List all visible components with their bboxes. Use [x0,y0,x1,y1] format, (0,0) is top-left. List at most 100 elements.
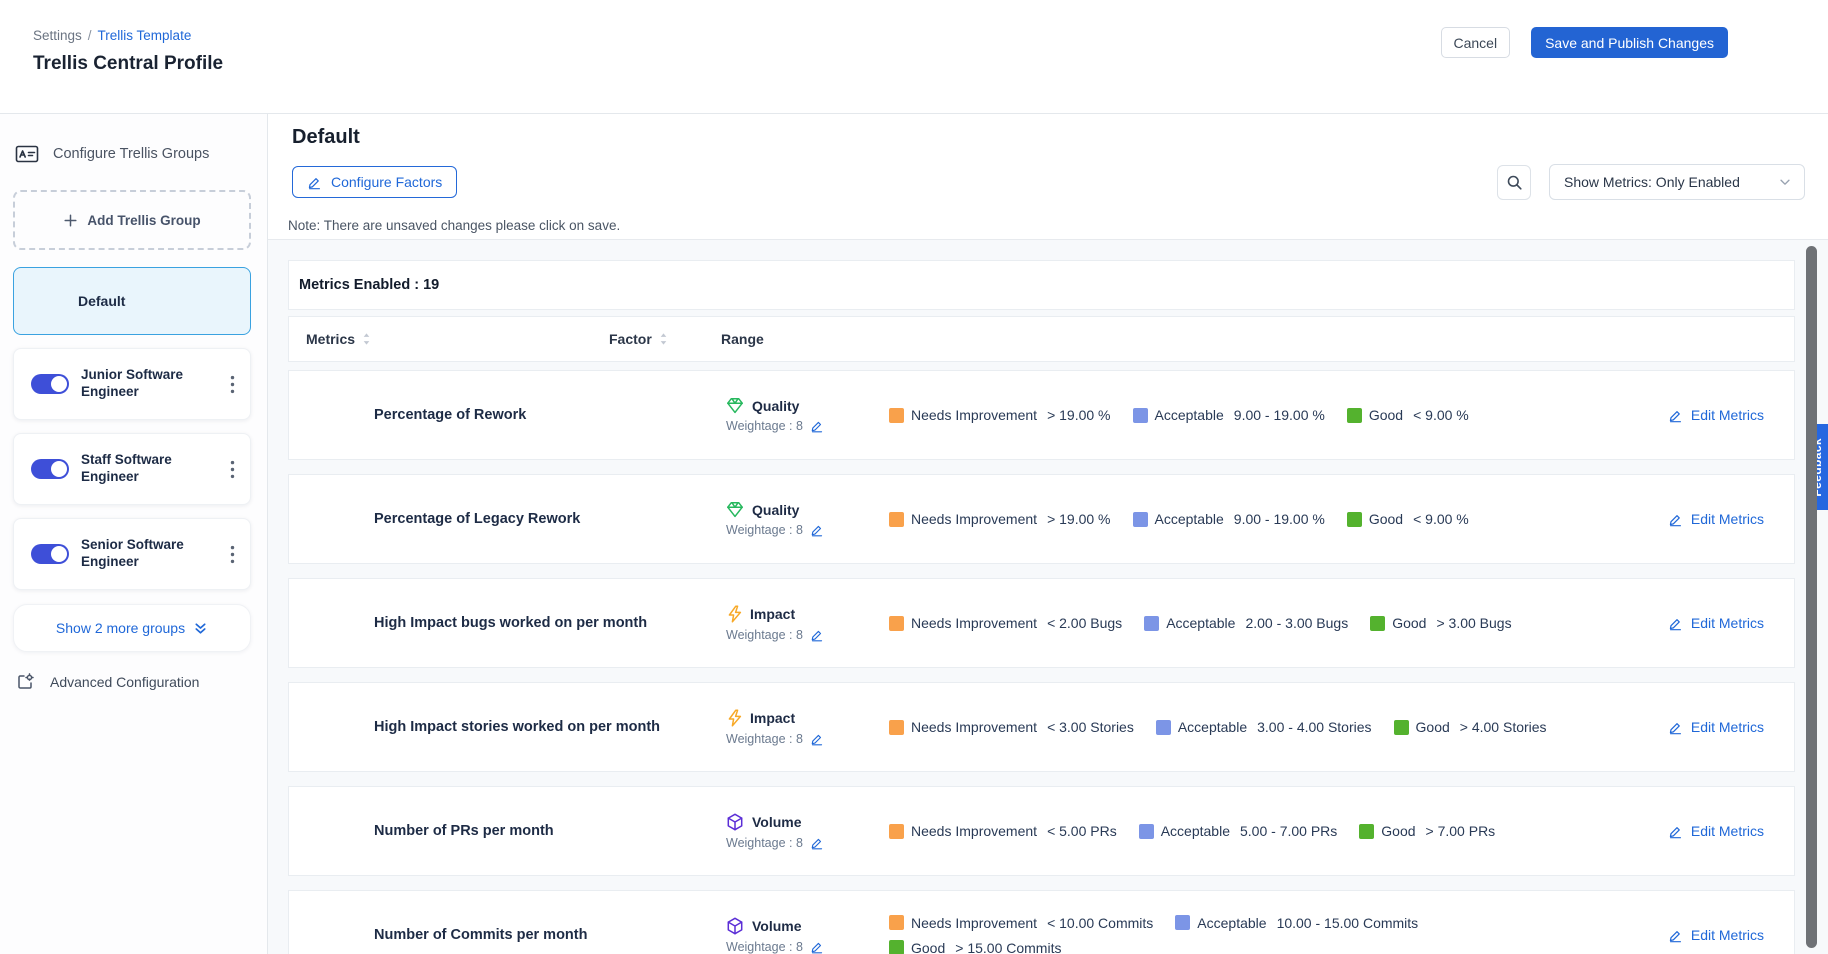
quality-gem-icon [726,397,744,414]
plus-icon [63,213,78,228]
group-enabled-toggle[interactable] [31,544,69,564]
factor-name: Impact [750,606,795,622]
show-metrics-dropdown-value: Show Metrics: Only Enabled [1564,174,1740,190]
configure-factors-button[interactable]: Configure Factors [292,166,457,198]
pencil-icon [1668,928,1683,943]
weightage-label: Weightage : 8 [726,836,803,850]
range-item: Good> 4.00 Stories [1394,719,1547,735]
breadcrumb-trellis-template[interactable]: Trellis Template [98,28,192,43]
range-level-label: Needs Improvement [911,511,1037,527]
advanced-configuration-label: Advanced Configuration [50,674,199,690]
edit-weightage-icon[interactable] [810,523,824,537]
edit-metrics-link[interactable]: Edit Metrics [1668,407,1764,423]
edit-weightage-icon[interactable] [810,940,824,954]
table-header-row: Metrics Factor Range [288,316,1795,362]
range-color-swatch [1139,824,1154,839]
edit-metrics-link[interactable]: Edit Metrics [1668,511,1764,527]
range-color-swatch [889,824,904,839]
edit-metrics-label: Edit Metrics [1691,407,1764,423]
metrics-rows: Percentage of Rework [288,370,1828,954]
range-value: < 9.00 % [1413,407,1469,423]
add-trellis-group-button[interactable]: Add Trellis Group [13,190,251,250]
breadcrumb-settings[interactable]: Settings [33,28,82,43]
range-level-label: Acceptable [1197,915,1266,931]
range-level-label: Acceptable [1166,615,1235,631]
edit-weightage-icon[interactable] [810,419,824,433]
range-level-label: Good [1381,823,1415,839]
edit-metrics-label: Edit Metrics [1691,823,1764,839]
save-and-publish-button[interactable]: Save and Publish Changes [1531,27,1728,58]
range-item: Good> 15.00 Commits [889,940,1061,954]
sidebar-group-card[interactable]: Junior Software Engineer [13,348,251,420]
group-enabled-toggle[interactable] [31,374,69,394]
factor-name: Volume [752,814,802,830]
cancel-button[interactable]: Cancel [1441,27,1511,58]
range-value: 5.00 - 7.00 PRs [1240,823,1337,839]
column-header-range: Range [721,317,764,361]
range-item: Good < 9.00 % [1347,407,1469,423]
double-chevron-down-icon [193,621,208,636]
metric-name: Number of PRs per month [374,823,726,839]
range-item: Acceptable 9.00 - 19.00 % [1133,511,1325,527]
factor-name: Volume [752,918,802,934]
metric-name: High Impact stories worked on per month [374,719,726,735]
range-color-swatch [1394,720,1409,735]
range-color-swatch [1347,512,1362,527]
edit-weightage-icon[interactable] [810,628,824,642]
sidebar-group-card[interactable]: Senior Software Engineer [13,518,251,590]
advanced-configuration-link[interactable]: Advanced Configuration [13,672,254,692]
edit-metrics-link[interactable]: Edit Metrics [1668,615,1764,631]
range-level-label: Acceptable [1155,511,1224,527]
range-color-swatch [1144,616,1159,631]
group-name-label: Senior Software Engineer [81,537,209,571]
edit-weightage-icon[interactable] [810,732,824,746]
column-header-factor[interactable]: Factor [609,317,668,361]
kebab-menu-icon[interactable] [227,542,238,567]
show-metrics-dropdown[interactable]: Show Metrics: Only Enabled [1549,164,1805,200]
range-cell: Needs Improvement> 19.00 %Acceptable9.00… [889,511,1599,527]
metric-row: Number of PRs per month [288,786,1795,876]
group-enabled-toggle[interactable] [31,459,69,479]
edit-metrics-link[interactable]: Edit Metrics [1668,823,1764,839]
sort-icon[interactable] [362,332,371,346]
edit-metrics-link[interactable]: Edit Metrics [1668,719,1764,735]
impact-bolt-icon [726,709,742,727]
vertical-scrollbar[interactable] [1806,246,1817,948]
edit-metrics-link[interactable]: Edit Metrics [1668,927,1764,943]
search-button[interactable] [1497,165,1531,200]
range-value: > 7.00 PRs [1426,823,1496,839]
factor-cell: Impact Weightage : 8 [726,605,889,642]
range-cell: Needs Improvement< 2.00 BugsAcceptable2.… [889,615,1599,631]
range-item: Needs Improvement< 5.00 PRs [889,823,1117,839]
kebab-menu-icon[interactable] [227,372,238,397]
show-more-groups-label: Show 2 more groups [56,620,185,636]
group-name-label: Junior Software Engineer [81,367,209,401]
group-name-label: Staff Software Engineer [81,452,209,486]
factor-name: Quality [752,502,799,518]
pencil-icon [1668,616,1683,631]
column-header-metrics[interactable]: Metrics [306,317,371,361]
sort-icon[interactable] [659,332,668,346]
metrics-table-region: Metrics Enabled : 19 Metrics Factor Rang… [268,240,1828,954]
range-value: 9.00 - 19.00 % [1234,511,1325,527]
range-color-swatch [889,512,904,527]
edit-weightage-icon[interactable] [810,836,824,850]
app-root: Settings/Trellis Template Trellis Centra… [0,0,1828,954]
kebab-menu-icon[interactable] [227,457,238,482]
metric-row: Number of Commits per month [288,890,1795,954]
sidebar-group-card[interactable]: Staff Software Engineer [13,433,251,505]
breadcrumb: Settings/Trellis Template [33,28,191,43]
factor-name: Impact [750,710,795,726]
sidebar-item-default[interactable]: Default [13,267,251,335]
factor-name: Quality [752,398,799,414]
range-color-swatch [1133,512,1148,527]
page-title: Trellis Central Profile [33,53,223,75]
range-level-label: Good [1369,407,1403,423]
show-more-groups-button[interactable]: Show 2 more groups [13,604,251,652]
edit-metrics-label: Edit Metrics [1691,719,1764,735]
weightage-label: Weightage : 8 [726,628,803,642]
metric-name: Number of Commits per month [374,927,726,943]
range-level-label: Good [1416,719,1450,735]
main-top-bar: Default Configure Factors Note: There ar… [268,114,1828,240]
range-value: 9.00 - 19.00 % [1234,407,1325,423]
